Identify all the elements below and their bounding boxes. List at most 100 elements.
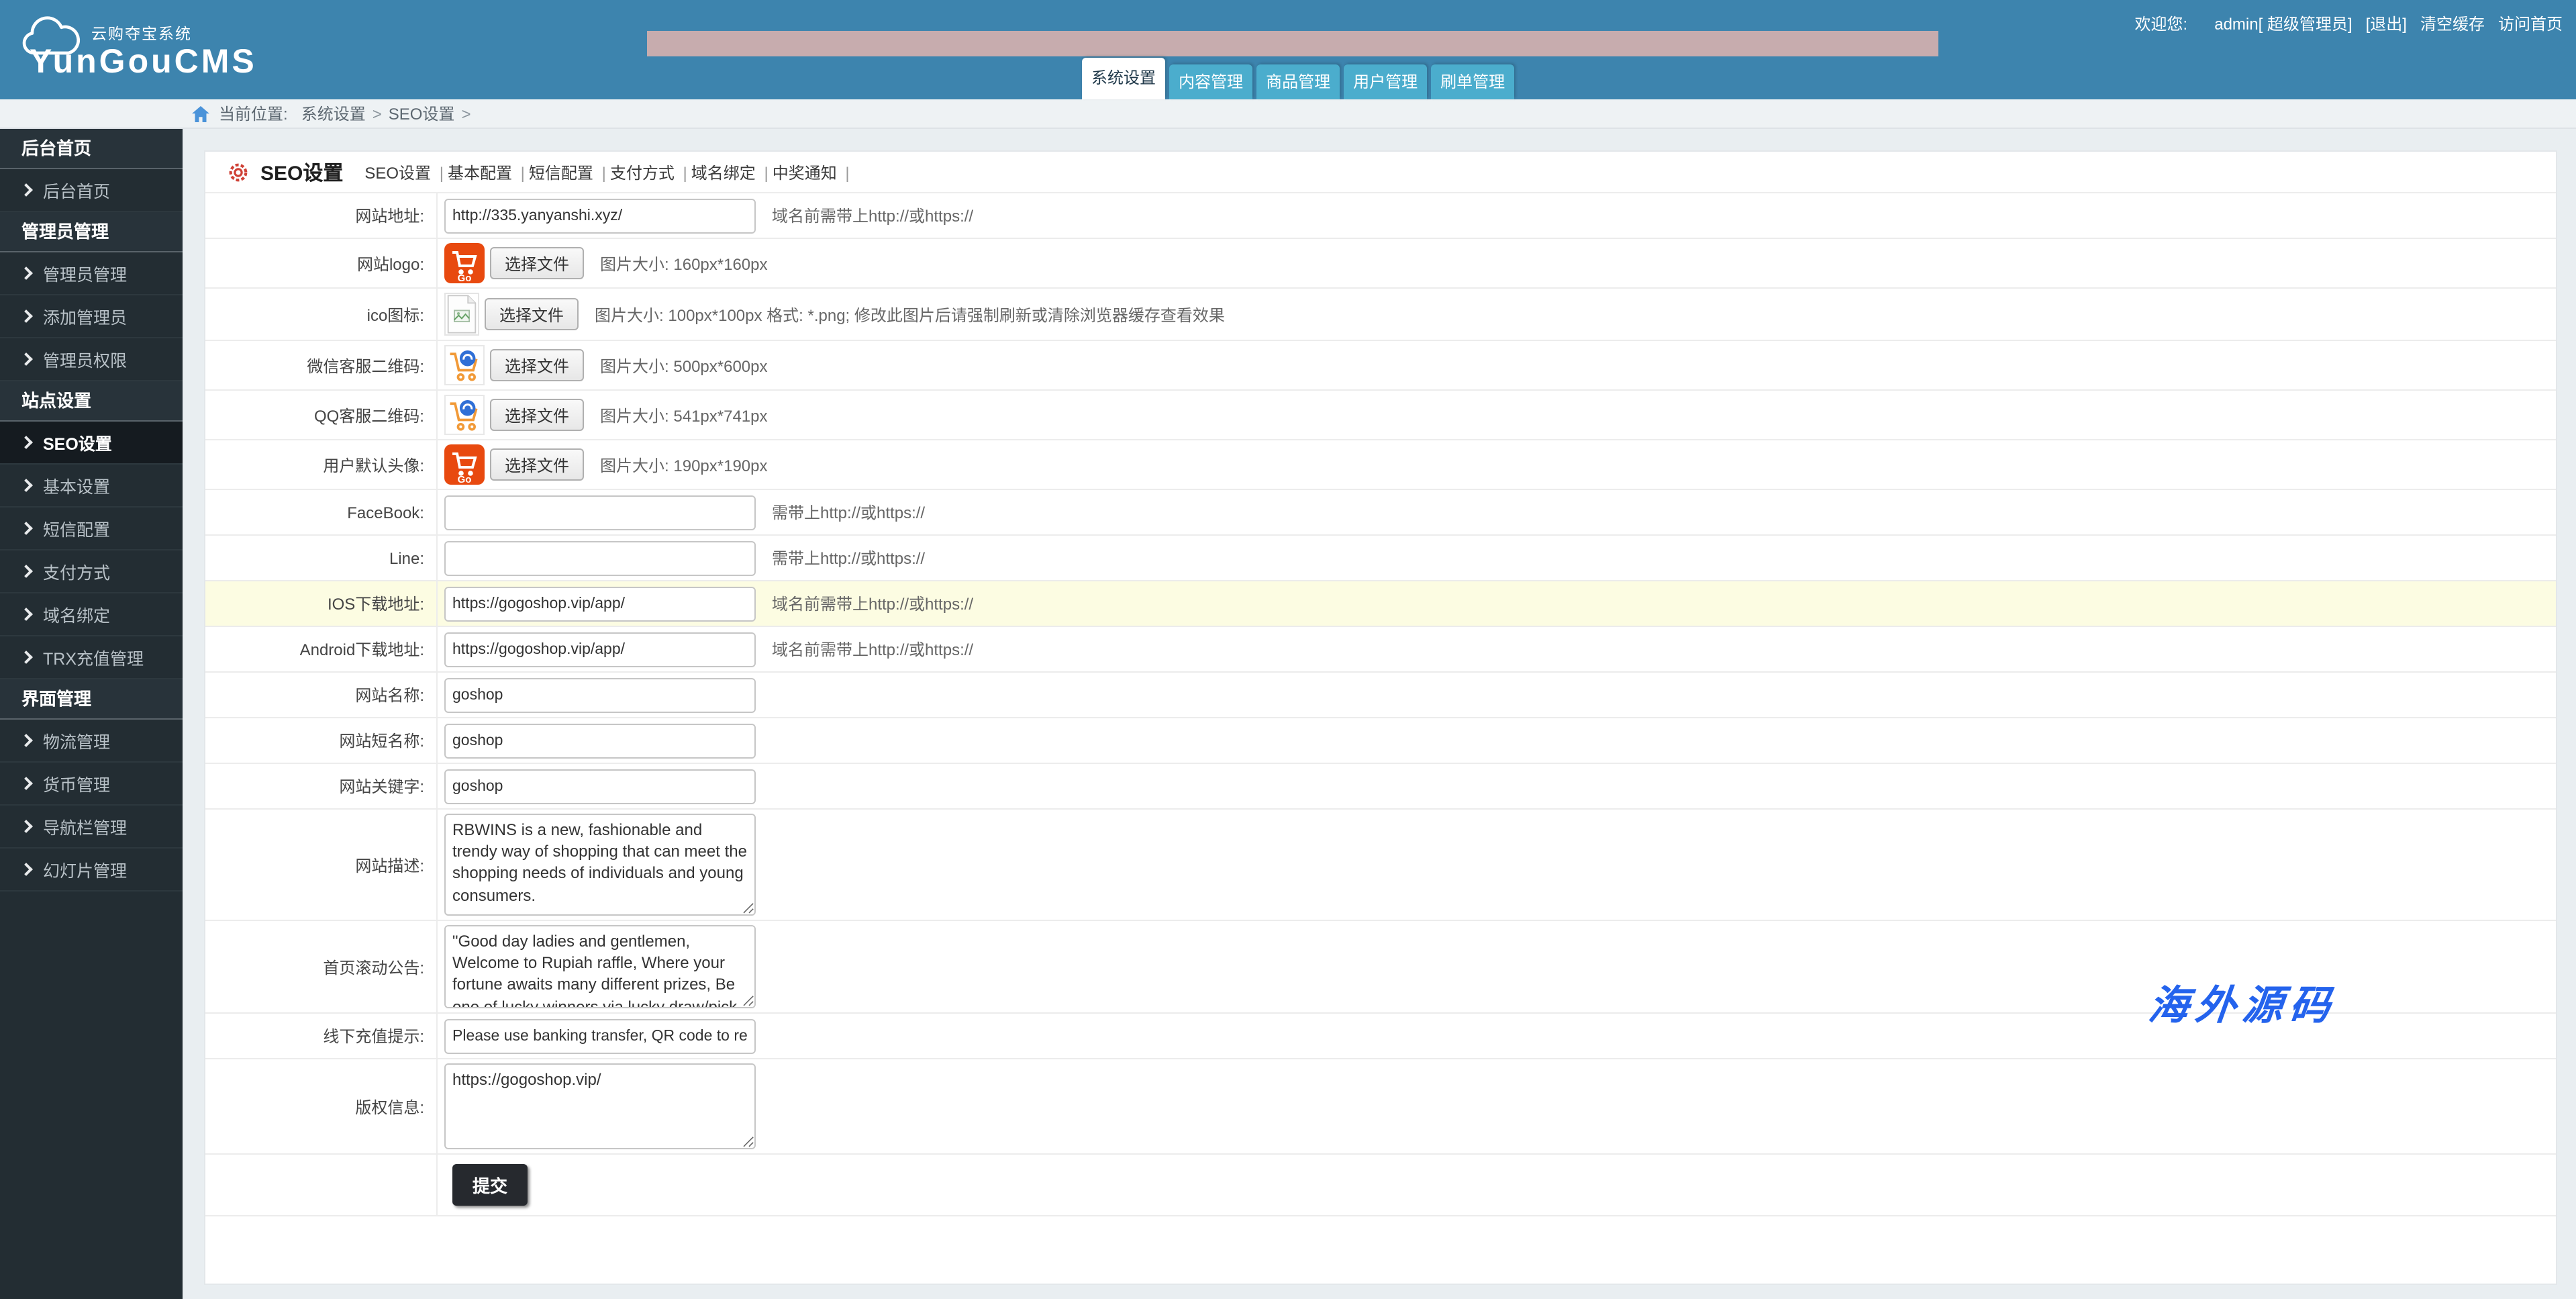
sidebar-item-admin-manage[interactable]: 管理员管理: [0, 252, 183, 295]
facebook-input[interactable]: [444, 495, 756, 530]
tab-order-management[interactable]: 刷单管理: [1431, 64, 1515, 99]
app-logo[interactable]: 云购夺宝系统 YunGouCMS: [16, 5, 254, 94]
sidebar-section-site: 站点设置: [0, 381, 183, 422]
submit-button[interactable]: 提交: [452, 1164, 528, 1206]
gear-icon: [229, 162, 248, 181]
form-row-wechat-qr: 微信客服二维码: 选择文件 图片大小: 500px*600px: [205, 341, 2556, 391]
sidebar-item-label: 管理员权限: [43, 352, 128, 371]
site-url-input[interactable]: [444, 198, 756, 233]
logo-title: YunGouCMS: [30, 43, 257, 81]
sidebar-item-currency[interactable]: 货币管理: [0, 763, 183, 806]
field-label: ico图标:: [205, 289, 438, 340]
sidebar-item-admin-add[interactable]: 添加管理员: [0, 295, 183, 338]
panel-link-winning[interactable]: 中奖通知: [773, 160, 854, 183]
tab-content-management[interactable]: 内容管理: [1169, 64, 1253, 99]
sidebar-item-basic[interactable]: 基本设置: [0, 465, 183, 508]
sidebar-item-label: 短信配置: [43, 521, 111, 540]
offline-recharge-hint-input[interactable]: [444, 1018, 756, 1053]
choose-file-button[interactable]: 选择文件: [490, 399, 585, 431]
logout-link[interactable]: [退出]: [2366, 12, 2407, 35]
form-row-site-description: 网站描述: RBWINS is a new, fashionable and t…: [205, 810, 2556, 921]
home-announcement-textarea[interactable]: "Good day ladies and gentlemen, Welcome …: [444, 925, 756, 1008]
chevron-right-icon: [19, 565, 33, 578]
home-icon[interactable]: [192, 105, 209, 122]
field-hint: 需带上http://或https://: [772, 503, 926, 522]
sidebar-item-label: 添加管理员: [43, 309, 128, 328]
site-logo-thumbnail: Go: [444, 243, 485, 283]
form-row-home-announcement: 首页滚动公告: "Good day ladies and gentlemen, …: [205, 921, 2556, 1014]
top-banner-placeholder: [647, 31, 1938, 56]
panel-link-sms[interactable]: 短信配置: [529, 160, 610, 183]
field-hint: 图片大小: 160px*160px: [600, 254, 768, 273]
sidebar-item-label: 导航栏管理: [43, 819, 128, 838]
panel-link-payment[interactable]: 支付方式: [610, 160, 691, 183]
page: 云购夺宝系统 YunGouCMS 欢迎您: admin[ 超级管理员] [退出]…: [0, 0, 2576, 1299]
chevron-right-icon: [19, 608, 33, 621]
breadcrumb-item-system[interactable]: 系统设置: [301, 102, 366, 125]
choose-file-button[interactable]: 选择文件: [490, 247, 585, 279]
form-row-submit: 提交: [205, 1155, 2556, 1216]
field-hint: 图片大小: 541px*741px: [600, 406, 768, 425]
ios-download-input[interactable]: [444, 586, 756, 621]
site-name-input[interactable]: [444, 677, 756, 712]
panel-header: SEO设置 SEO设置 基本配置 短信配置 支付方式 域名绑定 中奖通知: [205, 152, 2556, 193]
tab-system-settings[interactable]: 系统设置: [1082, 58, 1166, 99]
sidebar-item-navbar[interactable]: 导航栏管理: [0, 806, 183, 849]
sidebar-section-home: 后台首页: [0, 129, 183, 169]
qq-qr-thumbnail: [444, 395, 485, 435]
user-links: 欢迎您: admin[ 超级管理员] [退出] 清空缓存 访问首页: [2122, 12, 2563, 35]
welcome-label: 欢迎您:: [2134, 15, 2188, 34]
field-label: 网站短名称:: [205, 718, 438, 763]
form-row-site-keywords: 网站关键字:: [205, 764, 2556, 810]
site-description-textarea[interactable]: RBWINS is a new, fashionable and trendy …: [444, 814, 756, 916]
sidebar-item-domain[interactable]: 域名绑定: [0, 593, 183, 636]
field-label: Android下载地址:: [205, 627, 438, 671]
choose-file-button[interactable]: 选择文件: [490, 349, 585, 381]
form-row-site-logo: 网站logo: Go 选择文件 图片大小: 160px*160px: [205, 239, 2556, 289]
sidebar-item-trx[interactable]: TRX充值管理: [0, 636, 183, 679]
breadcrumb-item-seo[interactable]: SEO设置: [389, 102, 455, 125]
form-row-ico: ico图标: 选择文件 图片大小: 100px*100px 格式: *.png;…: [205, 289, 2556, 341]
tab-product-management[interactable]: 商品管理: [1256, 64, 1340, 99]
android-download-input[interactable]: [444, 632, 756, 667]
chevron-right-icon: [19, 820, 33, 833]
chevron-right-icon: [19, 309, 33, 323]
tab-user-management[interactable]: 用户管理: [1344, 64, 1428, 99]
sidebar-item-home[interactable]: 后台首页: [0, 169, 183, 212]
field-hint: 图片大小: 500px*600px: [600, 356, 768, 375]
visit-home-link[interactable]: 访问首页: [2498, 12, 2563, 35]
sidebar-item-payment[interactable]: 支付方式: [0, 550, 183, 593]
form-row-ios-download: IOS下载地址: 域名前需带上http://或https://: [205, 581, 2556, 627]
form-row-site-name: 网站名称:: [205, 673, 2556, 718]
broken-image-icon: [444, 293, 479, 336]
sidebar-item-label: 基本设置: [43, 478, 111, 497]
panel-link-seo[interactable]: SEO设置: [364, 160, 448, 183]
clear-cache-link[interactable]: 清空缓存: [2420, 12, 2485, 35]
panel-link-basic[interactable]: 基本配置: [448, 160, 529, 183]
sidebar-item-logistics[interactable]: 物流管理: [0, 720, 183, 763]
site-keywords-input[interactable]: [444, 769, 756, 804]
panel-link-domain[interactable]: 域名绑定: [691, 160, 773, 183]
field-label: 版权信息:: [205, 1059, 438, 1153]
panel-title: SEO设置: [260, 162, 344, 185]
site-short-name-input[interactable]: [444, 723, 756, 758]
sidebar-item-label: 后台首页: [43, 183, 111, 201]
sidebar-item-sms[interactable]: 短信配置: [0, 508, 183, 550]
logo-subtitle: 云购夺宝系统: [91, 27, 192, 43]
chevron-right-icon: [19, 522, 33, 535]
choose-file-button[interactable]: 选择文件: [485, 298, 579, 330]
form-row-site-url: 网站地址: 域名前需带上http://或https://: [205, 193, 2556, 239]
choose-file-button[interactable]: 选择文件: [490, 448, 585, 481]
copyright-textarea[interactable]: https://gogoshop.vip/: [444, 1063, 756, 1149]
chevron-right-icon: [19, 479, 33, 492]
breadcrumb: 当前位置: 系统设置 > SEO设置 >: [0, 99, 2576, 129]
current-user: admin[ 超级管理员]: [2214, 15, 2352, 34]
chevron-right-icon: [19, 436, 33, 449]
field-hint: 域名前需带上http://或https://: [772, 595, 974, 614]
sidebar-item-admin-perms[interactable]: 管理员权限: [0, 338, 183, 381]
form-row-qq-qr: QQ客服二维码: 选择文件 图片大小: 541px*741px: [205, 391, 2556, 440]
form-row-copyright: 版权信息: https://gogoshop.vip/: [205, 1059, 2556, 1155]
line-input[interactable]: [444, 540, 756, 575]
sidebar-item-seo[interactable]: SEO设置: [0, 422, 183, 465]
sidebar-item-slideshow[interactable]: 幻灯片管理: [0, 849, 183, 892]
